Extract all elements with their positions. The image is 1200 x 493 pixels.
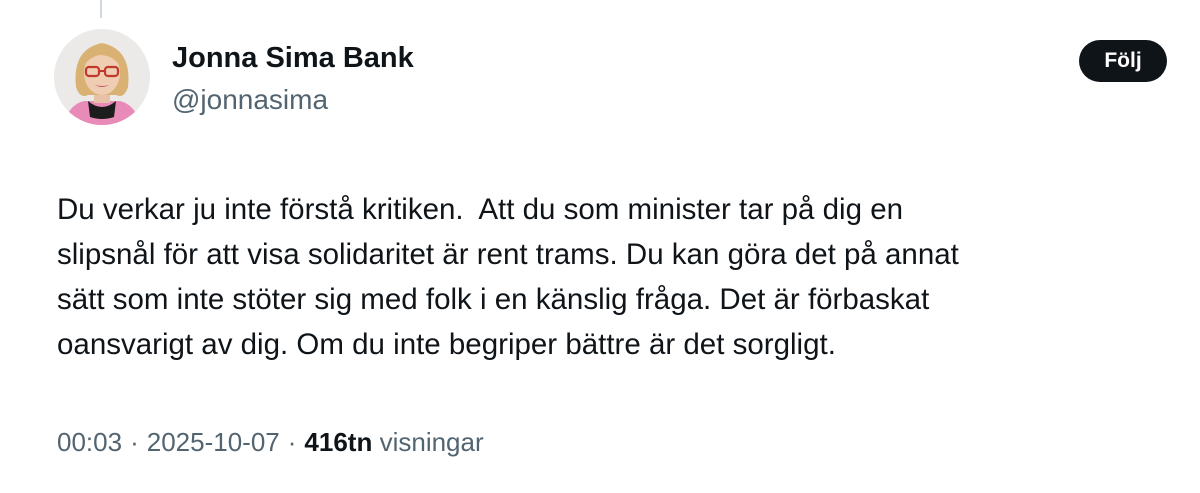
author-handle[interactable]: @jonnasima: [172, 82, 328, 118]
views-count: 416tn: [304, 427, 373, 457]
tweet-text-line: slipsnål för att visa solidaritet är ren…: [57, 238, 959, 271]
profile-photo-icon: [54, 29, 150, 125]
thread-connector-line: [100, 0, 102, 18]
tweet-text-line: oansvarigt av dig. Om du inte begriper b…: [57, 328, 836, 361]
tweet-text-line: sätt som inte stöter sig med folk i en k…: [57, 283, 930, 316]
views-label: visningar: [379, 427, 484, 457]
follow-button[interactable]: Följ: [1079, 40, 1167, 82]
avatar[interactable]: [54, 29, 150, 125]
tweet-date[interactable]: 2025-10-07: [147, 427, 280, 457]
tweet-meta: 00:03 · 2025-10-07 · 416tn visningar: [57, 424, 484, 460]
meta-separator: ·: [287, 427, 297, 457]
tweet-text: Du verkar ju inte förstå kritiken. Att d…: [57, 187, 1177, 367]
tweet-text-line: Du verkar ju inte förstå kritiken. Att d…: [57, 193, 904, 226]
meta-separator: ·: [130, 427, 139, 457]
tweet-time[interactable]: 00:03: [57, 427, 122, 457]
author-display-name[interactable]: Jonna Sima Bank: [172, 40, 414, 76]
